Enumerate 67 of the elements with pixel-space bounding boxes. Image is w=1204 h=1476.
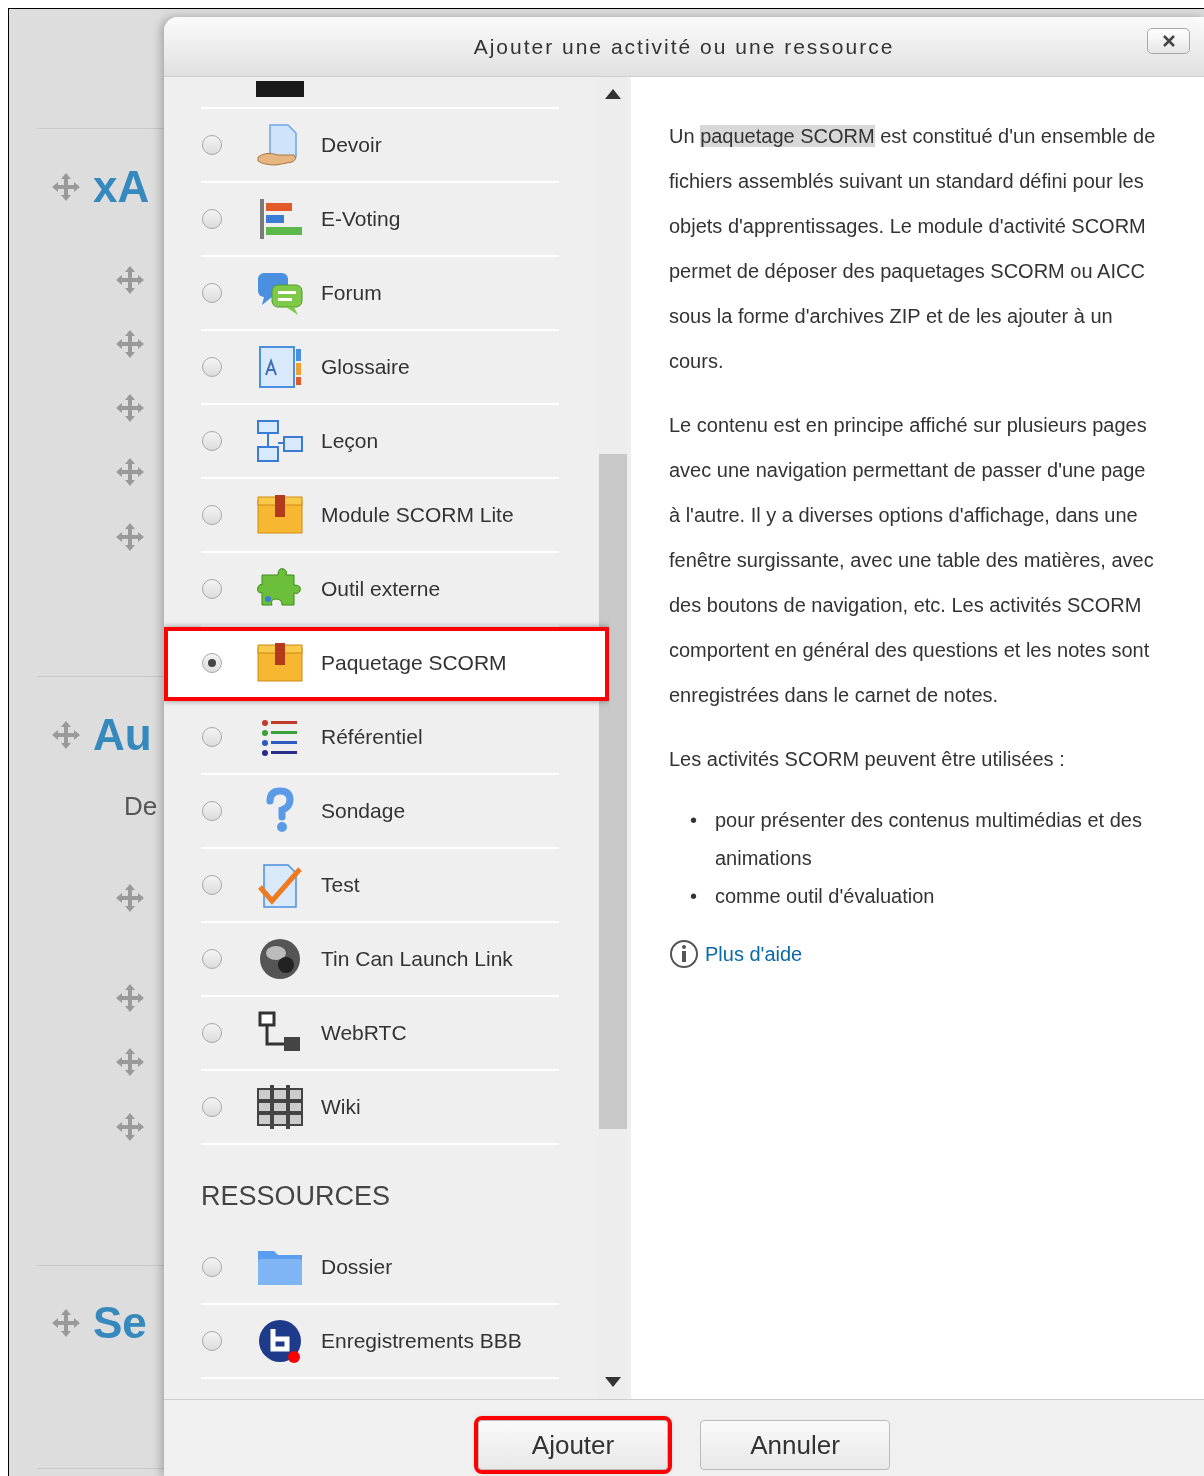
radio-button[interactable]: [202, 875, 222, 895]
option-label[interactable]: E-Voting: [321, 207, 401, 231]
radio-button[interactable]: [202, 135, 222, 155]
radio-button[interactable]: [202, 801, 222, 821]
move-icon[interactable]: [115, 393, 145, 423]
radio-button[interactable]: [202, 505, 222, 525]
option-label[interactable]: Tin Can Launch Link: [321, 947, 513, 971]
circle-logo-icon: [256, 1317, 304, 1365]
move-icon[interactable]: [115, 983, 145, 1013]
option-label[interactable]: Glossaire: [321, 355, 410, 379]
move-icon[interactable]: [51, 1308, 81, 1338]
move-icon[interactable]: [115, 265, 145, 295]
help-paragraph: Le contenu est en principe affiché sur plusieurs pages avec une navigation permettant de passer d'une page à l'autre. Il y a diverses options d'affichage, dans une fenêtre surgissante, avec une table des matières, avec des boutons de navigation, etc. Les activités SCORM comportent en général des questions et les notes sont enregistrées dans le carnet de notes.: [669, 413, 1155, 708]
radio-button[interactable]: [202, 1097, 222, 1117]
option-label[interactable]: Outil externe: [321, 577, 441, 601]
option-label[interactable]: Module SCORM Lite: [321, 503, 514, 527]
radio-button[interactable]: [202, 283, 222, 303]
option-label[interactable]: Wiki: [321, 1095, 361, 1119]
move-icon[interactable]: [115, 883, 145, 913]
bullet-mark: •: [690, 808, 698, 833]
radio-button[interactable]: [202, 357, 222, 377]
close-button[interactable]: [1147, 28, 1190, 54]
info-icon: [669, 939, 699, 969]
grid-icon: [256, 1083, 304, 1131]
radio-button[interactable]: [202, 1023, 222, 1043]
help-paragraph: Un paquetage SCORM est constitué d'un ensemble de fichiers assemblés suivant un standard défini pour les objets d'apprentissages. Le module d'activité SCORM permet de déposer des paquetages SCORM ou AICC sous la forme d'archives ZIP et de les ajouter à un cours.: [669, 124, 1157, 374]
radio-button[interactable]: [202, 1257, 222, 1277]
option-label[interactable]: Forum: [321, 281, 382, 305]
radio-button[interactable]: [202, 431, 222, 451]
move-icon[interactable]: [115, 1047, 145, 1077]
option-label[interactable]: Leçon: [321, 429, 379, 453]
flowchart-icon: [256, 417, 304, 465]
move-icon[interactable]: [115, 522, 145, 552]
dialog-title: Ajouter une activité ou une ressource: [473, 34, 895, 59]
radio-button[interactable]: [202, 579, 222, 599]
help-link[interactable]: Plus d'aide: [705, 935, 803, 973]
option-label[interactable]: Enregistrements BBB: [321, 1329, 522, 1353]
block-icon: [256, 81, 304, 97]
radio-button[interactable]: [202, 1331, 222, 1351]
option-label[interactable]: Paquetage SCORM: [321, 651, 507, 675]
option-label[interactable]: Référentiel: [321, 725, 423, 749]
move-icon[interactable]: [115, 329, 145, 359]
checked-document-icon: [256, 861, 304, 909]
move-icon[interactable]: [115, 1112, 145, 1142]
cancel-button[interactable]: Annuler: [700, 1420, 890, 1470]
bullet-item: comme outil d'évaluation: [715, 884, 936, 909]
option-label[interactable]: Devoir: [321, 133, 382, 157]
option-label[interactable]: WebRTC: [321, 1021, 407, 1045]
option-label[interactable]: Sondage: [321, 799, 406, 823]
bullet-mark: •: [690, 884, 698, 909]
option-label[interactable]: Test: [321, 873, 360, 897]
help-paragraph: Les activités SCORM peuvent être utilisées :: [669, 747, 1066, 772]
up-arrow-icon[interactable]: [605, 89, 621, 99]
move-icon[interactable]: [51, 720, 81, 750]
radio-button[interactable]: [202, 209, 222, 229]
move-icon[interactable]: [115, 457, 145, 487]
down-arrow-icon[interactable]: [605, 1377, 621, 1387]
section-text: De: [124, 790, 158, 822]
radio-button[interactable]: [202, 727, 222, 747]
radio-button[interactable]: [202, 949, 222, 969]
move-icon[interactable]: [51, 172, 81, 202]
scrollbar-thumb[interactable]: [599, 454, 627, 1129]
close-icon: [1161, 34, 1176, 48]
book-icon: [256, 343, 304, 391]
section-heading: RESSOURCES: [200, 1180, 392, 1213]
option-label[interactable]: Dossier: [321, 1255, 393, 1279]
radio-button[interactable]: [202, 653, 222, 673]
